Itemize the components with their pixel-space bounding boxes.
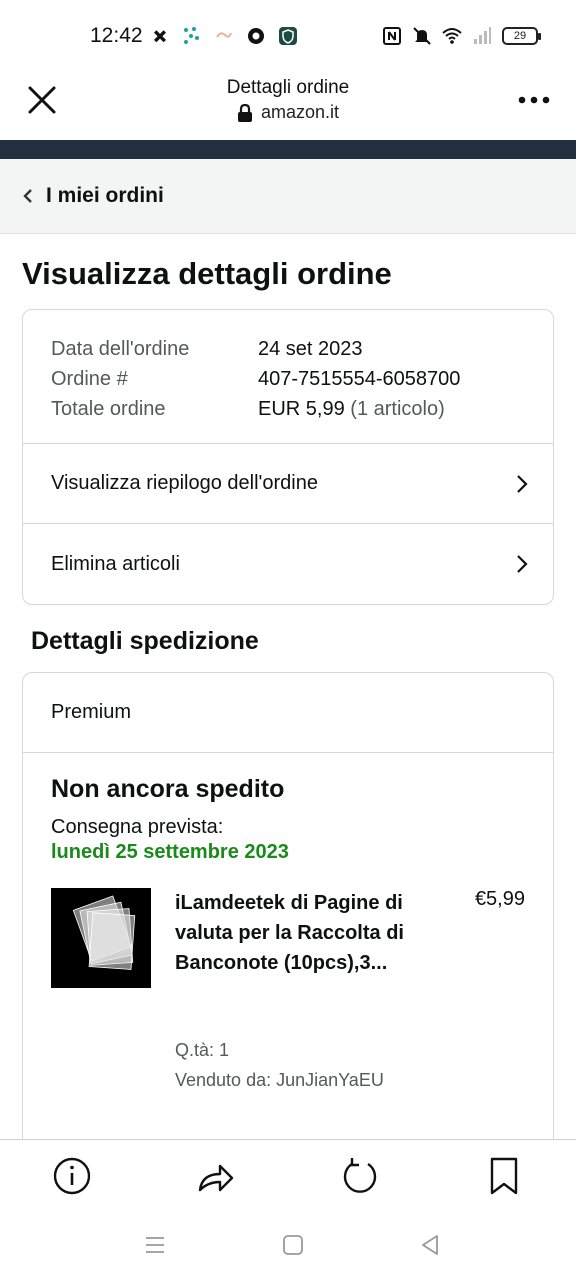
order-date-label: Data dell'ordine <box>51 338 190 360</box>
system-nav-bar <box>0 1213 576 1280</box>
order-date-value: 24 set 2023 <box>258 338 363 360</box>
chevron-right-icon <box>517 555 528 573</box>
nfc-icon <box>383 27 401 45</box>
browser-header: Dettagli ordine amazon.it <box>0 72 576 140</box>
delete-items-label: Elimina articoli <box>51 552 180 575</box>
order-number-value: 407-7515554-6058700 <box>258 368 461 390</box>
order-total-amount: EUR 5,99 <box>258 398 345 420</box>
game-controller-icon <box>153 30 167 43</box>
shipment-status: Non ancora spedito <box>51 775 285 803</box>
status-time: 12:42 <box>90 24 143 47</box>
more-options-icon[interactable] <box>516 88 552 112</box>
product-quantity: Q.tà: 1 <box>175 1040 230 1060</box>
chrome-icon <box>248 28 264 44</box>
url-display[interactable]: amazon.it <box>0 102 576 123</box>
view-order-summary-label: Visualizza riepilogo dell'ordine <box>51 472 318 494</box>
dots-icon <box>184 27 199 44</box>
delete-items-link[interactable]: Elimina articoli <box>23 524 553 604</box>
reload-icon[interactable] <box>340 1156 380 1196</box>
product-thumbnail[interactable] <box>51 888 151 988</box>
back-icon[interactable] <box>419 1233 443 1257</box>
order-item: iLamdeetek di Pagine di valuta per la Ra… <box>51 888 525 1108</box>
url-text: amazon.it <box>260 102 340 122</box>
shipping-type: Premium <box>23 673 553 753</box>
wifi-icon <box>442 28 462 44</box>
order-number-label: Ordine # <box>51 368 128 390</box>
order-info-card: Data dell'ordine 24 set 2023 Ordine # 40… <box>22 309 554 605</box>
chevron-left-icon <box>23 189 32 203</box>
browser-toolbar <box>0 1139 576 1213</box>
bookmark-icon[interactable] <box>484 1156 524 1196</box>
share-icon[interactable] <box>196 1156 236 1196</box>
breadcrumb-my-orders[interactable]: I miei ordini <box>0 159 576 234</box>
delivery-estimate-date: lunedì 25 settembre 2023 <box>51 841 289 863</box>
product-seller: Venduto da: JunJianYaEU <box>175 1070 384 1090</box>
battery-indicator: 29 <box>502 27 541 45</box>
order-date-row: Data dell'ordine 24 set 2023 <box>51 334 525 364</box>
order-total-value: EUR 5,99 (1 articolo) <box>258 394 445 424</box>
page-title: Visualizza dettagli ordine <box>22 256 392 291</box>
shipping-card: Premium Non ancora spedito Consegna prev… <box>22 672 554 1142</box>
order-total-label: Totale ordine <box>51 398 166 420</box>
view-order-summary-link[interactable]: Visualizza riepilogo dell'ordine <box>23 444 553 524</box>
order-total-items: (1 articolo) <box>350 398 445 420</box>
product-title-link[interactable]: iLamdeetek di Pagine di valuta per la Ra… <box>175 888 415 978</box>
shipment-body: Non ancora spedito Consegna prevista: lu… <box>23 753 553 1108</box>
status-icons-right: 29 <box>382 26 541 46</box>
link-icon <box>216 32 232 38</box>
recent-apps-icon[interactable] <box>143 1233 167 1257</box>
status-icons-left <box>150 26 298 46</box>
page-header-title: Dettagli ordine <box>226 77 350 98</box>
breadcrumb-label: I miei ordini <box>46 184 164 207</box>
shield-app-icon <box>279 27 297 45</box>
signal-icon <box>474 27 491 44</box>
home-icon[interactable] <box>281 1233 305 1257</box>
status-bar: 12:42 29 <box>0 0 576 72</box>
site-header-band <box>0 140 576 159</box>
lock-icon <box>237 103 252 122</box>
product-price: €5,99 <box>474 888 525 910</box>
mute-icon <box>413 27 431 45</box>
order-total-row: Totale ordine EUR 5,99 (1 articolo) <box>51 394 525 424</box>
shipping-section-title: Dettagli spedizione <box>31 627 259 655</box>
delivery-estimate-label: Consegna prevista: <box>51 816 224 838</box>
order-summary: Data dell'ordine 24 set 2023 Ordine # 40… <box>23 310 553 444</box>
order-number-row: Ordine # 407-7515554-6058700 <box>51 364 525 394</box>
chevron-right-icon <box>517 474 528 493</box>
info-icon[interactable] <box>52 1156 92 1196</box>
